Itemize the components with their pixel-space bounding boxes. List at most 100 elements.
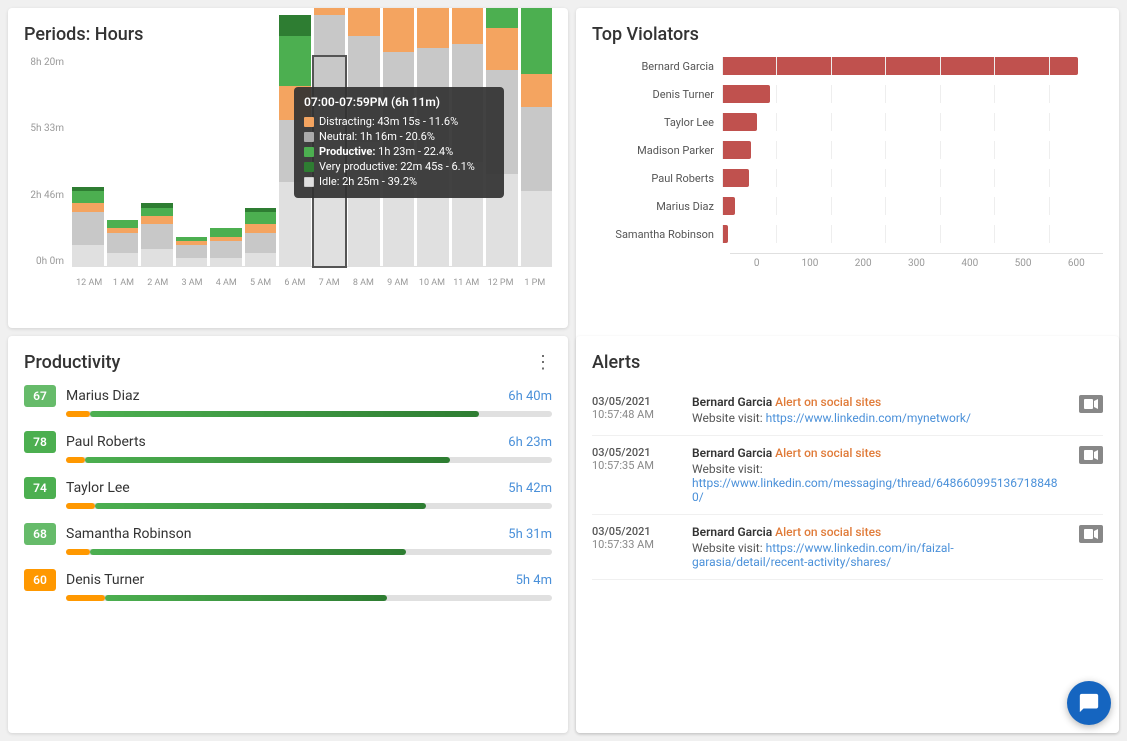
bar-segment [279,15,311,36]
alerts-list: 03/05/2021 10:57:48 AM Bernard Garcia Al… [592,385,1103,717]
x-label: 10 AM [415,278,449,288]
violator-row: Madison Parker [592,141,1103,159]
x-label: 11 AM [449,278,483,288]
bar-segment [452,8,484,44]
bar-segment [486,8,518,28]
chat-button[interactable] [1067,681,1111,725]
grid-line [831,197,885,215]
prod-bar-fill [90,549,406,555]
bar-segment [210,241,242,258]
prod-time: 5h 42m [508,481,552,496]
y-label-2: 2h 46m [30,190,64,201]
bar-segment [72,212,104,245]
alerts-card: Alerts 03/05/2021 10:57:48 AM Bernard Ga… [576,336,1119,733]
prod-bar-fill [105,595,387,601]
prod-time: 5h 4m [516,573,552,588]
alert-person: Bernard Garcia [692,395,772,409]
prod-bar-track [66,595,552,601]
alert-datetime: 03/05/2021 10:57:48 AM [592,395,682,421]
alert-link[interactable]: https://www.linkedin.com/messaging/threa… [692,476,1058,504]
prod-score: 68 [24,523,56,545]
alert-body: Website visit: https://www.linkedin.com/… [692,462,1069,504]
chat-icon [1078,692,1100,714]
tooltip-row-3: Productive: 1h 23m - 22.4% [304,145,494,158]
tooltip-label-2: Neutral: 1h 16m - 20.6% [319,130,435,143]
grid-line [994,141,1048,159]
prod-bar-track [66,457,552,463]
bar-segment [348,8,380,36]
prod-bar-track [66,411,552,417]
bar-segment [107,233,139,254]
bar-segment [245,224,277,232]
alert-header: Bernard Garcia Alert on social sites [692,525,1069,539]
grid-lines [722,197,1103,215]
productivity-item: 68 Samantha Robinson 5h 31m [24,523,552,555]
productivity-item: 74 Taylor Lee 5h 42m [24,477,552,509]
alert-body: Website visit: https://www.linkedin.com/… [692,411,1069,425]
alerts-title: Alerts [592,352,1103,373]
x-label: 1 PM [518,278,552,288]
productivity-menu-button[interactable]: ⋮ [534,354,552,372]
x-label: 12 PM [483,278,517,288]
bar-group [210,57,242,266]
violator-bar-fill [722,85,770,103]
prod-time: 5h 31m [508,527,552,542]
bar-segment [486,28,518,70]
alert-time: 10:57:35 AM [592,459,682,472]
violator-bar-fill [722,57,1078,75]
prod-time: 6h 40m [508,389,552,404]
grid-line [994,85,1048,103]
y-label-3: 5h 33m [30,123,64,134]
grid-line [831,225,885,243]
bar-segment [417,8,449,48]
alert-link[interactable]: https://www.linkedin.com/mynetwork/ [766,411,971,425]
prod-bar-orange [66,503,95,509]
grid-line [885,197,939,215]
tooltip-title: 07:00-07:59PM (6h 11m) [304,95,494,109]
violator-row: Taylor Lee [592,113,1103,131]
violator-row: Denis Turner [592,85,1103,103]
violator-bar-container [722,85,1103,103]
alert-body: Website visit: https://www.linkedin.com/… [692,541,1069,569]
prod-row: 74 Taylor Lee 5h 42m [24,477,552,499]
grid-line [722,225,776,243]
grid-line [885,141,939,159]
violator-bar-fill [722,225,728,243]
alert-video-icon[interactable] [1079,395,1103,413]
alert-header: Bernard Garcia Alert on social sites [692,395,1069,409]
bar-segment [521,8,553,74]
prod-bar-orange [66,549,90,555]
grid-lines [722,113,1103,131]
x-label: 2 AM [141,278,175,288]
violator-bar-container [722,169,1103,187]
bar-segment [245,212,277,225]
alert-link[interactable]: https://www.linkedin.com/in/faizal-garas… [692,541,954,569]
alert-video-icon[interactable] [1079,525,1103,543]
prod-score: 74 [24,477,56,499]
grid-line [1049,141,1103,159]
bar-group [141,57,173,266]
alert-header: Bernard Garcia Alert on social sites [692,446,1069,460]
prod-name: Paul Roberts [66,434,508,450]
bar-segment [521,74,553,107]
alert-time: 10:57:48 AM [592,408,682,421]
tooltip-dot-productive [304,147,314,157]
alert-video-icon[interactable] [1079,446,1103,464]
grid-line [1049,113,1103,131]
violators-x-label: 500 [996,258,1049,269]
grid-line [885,225,939,243]
periods-chart: 8h 20m 5h 33m 2h 46m 0h 0m 12 AM1 AM2 AM… [24,57,552,297]
productivity-title: Productivity [24,352,120,373]
x-label: 4 AM [209,278,243,288]
prod-bar-fill [90,411,479,417]
bar-group [245,57,277,266]
violators-x-label: 600 [1050,258,1103,269]
x-label: 8 AM [346,278,380,288]
tooltip-row-1: Distracting: 43m 15s - 11.6% [304,115,494,128]
prod-bar-fill [95,503,425,509]
chart-tooltip: 07:00-07:59PM (6h 11m) Distracting: 43m … [294,87,504,198]
bar-segment [314,8,346,15]
bar-segment [176,245,208,258]
y-label-1: 0h 0m [36,256,64,267]
violator-row: Bernard Garcia [592,57,1103,75]
